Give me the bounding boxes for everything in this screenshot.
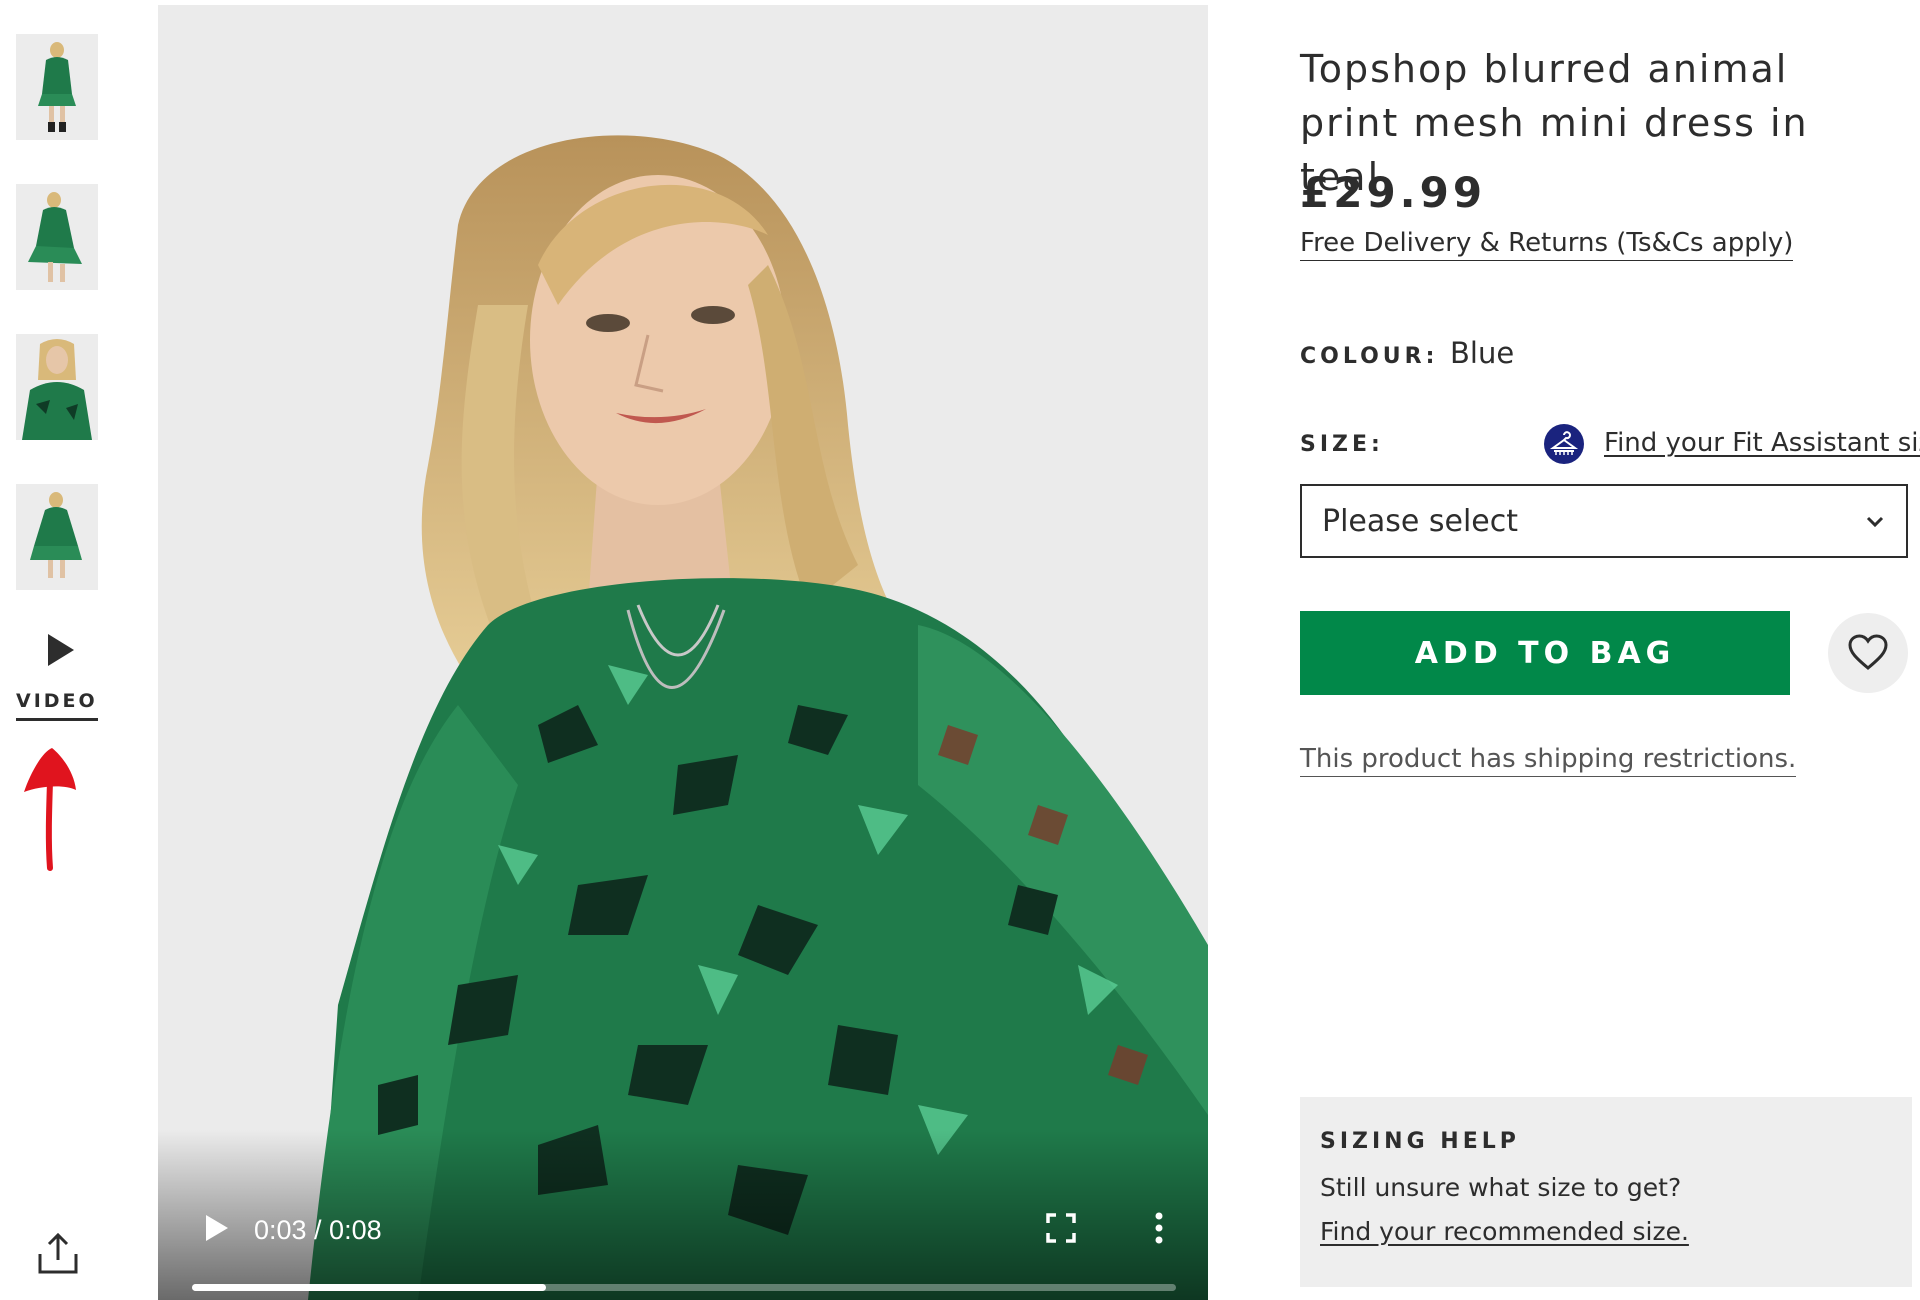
- video-play-icon[interactable]: [198, 1211, 232, 1245]
- colour-value: Blue: [1450, 336, 1515, 370]
- thumbnail-4-image: [16, 484, 98, 590]
- fit-assistant-link[interactable]: Find your Fit Assistant size: [1604, 428, 1920, 458]
- chevron-down-icon: [1866, 516, 1884, 528]
- size-label: SIZE:: [1300, 432, 1384, 457]
- video-time: 0:03 / 0:08: [254, 1215, 382, 1245]
- video-progress-fill: [192, 1284, 547, 1291]
- more-options-icon[interactable]: [1142, 1211, 1176, 1245]
- thumbnail-4[interactable]: [16, 484, 98, 590]
- video-label: VIDEO: [16, 690, 98, 721]
- video-thumbnail-button[interactable]: VIDEO: [16, 628, 98, 728]
- share-icon[interactable]: [36, 1232, 80, 1276]
- product-panel: Topshop blurred animal print mesh mini d…: [1300, 0, 1920, 1300]
- save-for-later-button[interactable]: [1828, 613, 1908, 693]
- sizing-help-title: SIZING HELP: [1320, 1129, 1520, 1154]
- recommended-size-link[interactable]: Find your recommended size.: [1320, 1217, 1689, 1246]
- add-to-bag-button[interactable]: ADD TO BAG: [1300, 611, 1790, 695]
- colour-label: COLOUR:: [1300, 344, 1439, 369]
- model-photo: [158, 5, 1208, 1300]
- product-video[interactable]: 0:03 / 0:08: [158, 5, 1208, 1300]
- sizing-help-text: Still unsure what size to get?: [1320, 1173, 1682, 1202]
- thumbnail-3-image: [16, 334, 98, 440]
- size-select-value: Please select: [1322, 504, 1519, 539]
- play-icon: [48, 634, 74, 666]
- red-arrow-annotation: [24, 748, 76, 871]
- delivery-returns-link[interactable]: Free Delivery & Returns (Ts&Cs apply): [1300, 228, 1794, 261]
- thumbnail-3[interactable]: [16, 334, 98, 440]
- thumbnail-2-image: [16, 184, 98, 290]
- video-progress-bar[interactable]: [192, 1284, 1176, 1291]
- size-select[interactable]: Please select: [1300, 484, 1908, 558]
- thumbnail-1-image: [16, 34, 98, 140]
- fullscreen-icon[interactable]: [1044, 1211, 1078, 1245]
- thumbnail-2[interactable]: [16, 184, 98, 290]
- hanger-icon: [1544, 424, 1584, 464]
- sizing-help-box: SIZING HELP Still unsure what size to ge…: [1300, 1097, 1912, 1287]
- heart-icon: [1848, 634, 1888, 670]
- thumbnail-1[interactable]: [16, 34, 98, 140]
- product-price: £29.99: [1300, 168, 1487, 217]
- shipping-restrictions-link[interactable]: This product has shipping restrictions.: [1300, 744, 1797, 777]
